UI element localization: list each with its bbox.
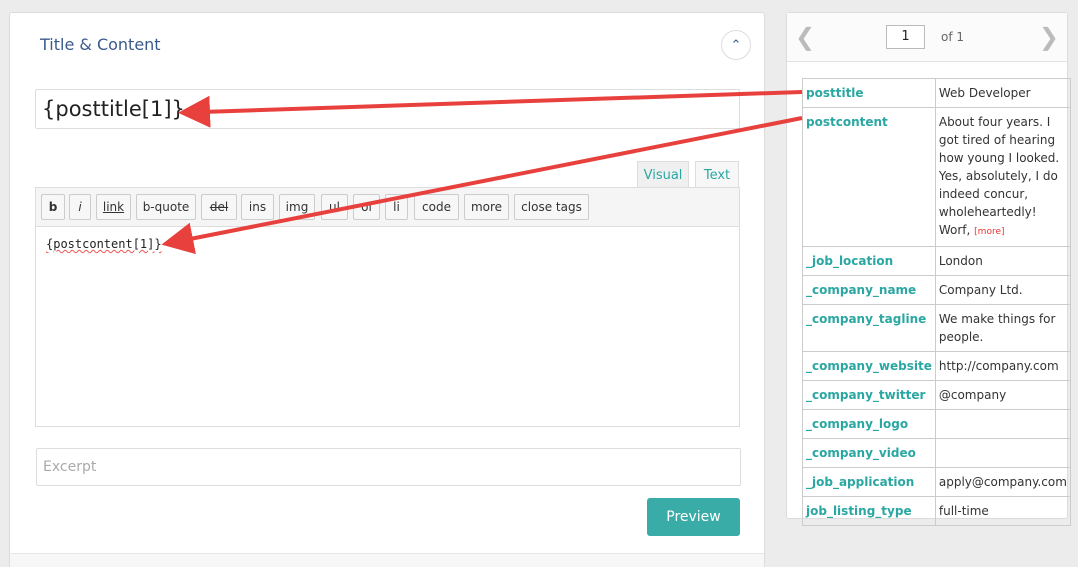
field-value: We make things for people. bbox=[934, 304, 1071, 352]
chevron-up-icon: ⌃ bbox=[730, 37, 742, 53]
close-tags-button[interactable]: close tags bbox=[514, 194, 589, 220]
ins-button[interactable]: ins bbox=[241, 194, 274, 220]
del-button[interactable]: del bbox=[201, 194, 237, 220]
code-button[interactable]: code bbox=[414, 194, 459, 220]
italic-button[interactable]: i bbox=[69, 194, 91, 220]
ul-button[interactable]: ul bbox=[321, 194, 348, 220]
field-key[interactable]: _company_website bbox=[802, 351, 936, 381]
table-row: job_listing_type full-time bbox=[802, 496, 1071, 526]
chevron-right-icon[interactable]: ❯ bbox=[1039, 23, 1059, 51]
table-row: _company_website http://company.com bbox=[802, 351, 1071, 381]
editor-toolbar: b i link b-quote del ins img ul ol li co… bbox=[36, 188, 739, 227]
table-row: _company_twitter @company bbox=[802, 380, 1071, 410]
field-key[interactable]: _job_application bbox=[802, 467, 936, 497]
post-title-input[interactable]: {posttitle[1]} bbox=[35, 89, 740, 129]
field-key[interactable]: postcontent bbox=[802, 107, 936, 247]
more-button[interactable]: more bbox=[464, 194, 509, 220]
editor-text-area[interactable]: {postcontent[1]} bbox=[36, 227, 739, 261]
field-value bbox=[934, 438, 1071, 468]
preview-button[interactable]: Preview bbox=[647, 498, 740, 536]
chevron-left-icon[interactable]: ❮ bbox=[795, 23, 815, 51]
link-button[interactable]: link bbox=[96, 194, 131, 220]
excerpt-input[interactable]: Excerpt bbox=[36, 448, 741, 486]
more-link[interactable]: [more] bbox=[974, 227, 1004, 237]
field-value: About four years. I got tired of hearing… bbox=[934, 107, 1071, 247]
field-key[interactable]: _company_name bbox=[802, 275, 936, 305]
field-value: @company bbox=[934, 380, 1071, 410]
field-value: Company Ltd. bbox=[934, 275, 1071, 305]
bold-button[interactable]: b bbox=[41, 194, 65, 220]
table-row: _company_logo bbox=[802, 409, 1071, 439]
field-value: full-time bbox=[934, 496, 1071, 526]
table-row: _job_location London bbox=[802, 246, 1071, 276]
field-value-text: About four years. I got tired of hearing… bbox=[938, 115, 1060, 237]
record-pager: ❮ 1 of 1 ❯ bbox=[787, 13, 1067, 62]
panel-title: Title & Content bbox=[40, 35, 161, 54]
title-content-panel: Title & Content ⌃ {posttitle[1]} Visual … bbox=[9, 12, 765, 567]
blockquote-button[interactable]: b-quote bbox=[136, 194, 196, 220]
field-key[interactable]: _company_logo bbox=[802, 409, 936, 439]
field-key[interactable]: _company_video bbox=[802, 438, 936, 468]
panel-footer bbox=[10, 553, 764, 567]
field-key[interactable]: posttitle bbox=[802, 78, 936, 108]
content-editor[interactable]: b i link b-quote del ins img ul ol li co… bbox=[35, 187, 740, 427]
tab-visual[interactable]: Visual bbox=[637, 161, 689, 188]
field-key[interactable]: _company_twitter bbox=[802, 380, 936, 410]
field-value bbox=[934, 409, 1071, 439]
page-number-input[interactable]: 1 bbox=[886, 25, 925, 49]
table-row: _company_video bbox=[802, 438, 1071, 468]
field-key[interactable]: job_listing_type bbox=[802, 496, 936, 526]
page-count-label: of 1 bbox=[941, 30, 965, 44]
field-value: apply@company.com bbox=[934, 467, 1071, 497]
tab-text[interactable]: Text bbox=[695, 161, 739, 188]
field-value: http://company.com bbox=[934, 351, 1071, 381]
field-key[interactable]: _job_location bbox=[802, 246, 936, 276]
table-row: _company_tagline We make things for peop… bbox=[802, 304, 1071, 352]
field-key[interactable]: _company_tagline bbox=[802, 304, 936, 352]
table-row: posttitle Web Developer bbox=[802, 78, 1071, 108]
table-row: _company_name Company Ltd. bbox=[802, 275, 1071, 305]
table-row: _job_application apply@company.com bbox=[802, 467, 1071, 497]
field-value: London bbox=[934, 246, 1071, 276]
collapse-button[interactable]: ⌃ bbox=[721, 30, 751, 60]
table-row: postcontent About four years. I got tire… bbox=[802, 107, 1071, 247]
field-table: posttitle Web Developer postcontent Abou… bbox=[802, 78, 1071, 526]
ol-button[interactable]: ol bbox=[353, 194, 380, 220]
field-value: Web Developer bbox=[934, 78, 1071, 108]
editor-content-text: {postcontent[1]} bbox=[46, 237, 162, 251]
li-button[interactable]: li bbox=[385, 194, 408, 220]
img-button[interactable]: img bbox=[279, 194, 315, 220]
data-preview-panel: ❮ 1 of 1 ❯ posttitle Web Developer postc… bbox=[786, 12, 1071, 526]
